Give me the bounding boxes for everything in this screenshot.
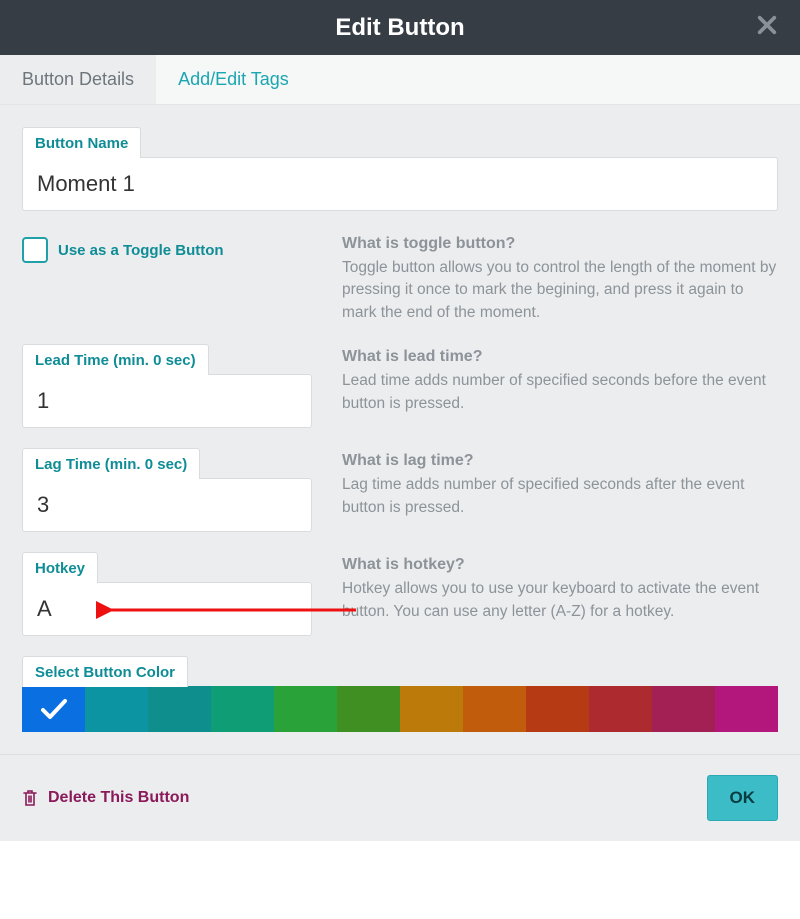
toggle-row: Use as a Toggle Button What is toggle bu… <box>22 231 778 324</box>
color-swatch-5[interactable] <box>337 686 400 732</box>
lead-time-label: Lead Time (min. 0 sec) <box>22 344 209 375</box>
close-button[interactable] <box>756 14 778 36</box>
close-icon <box>756 14 778 36</box>
lag-help-text: Lag time adds number of specified second… <box>342 474 778 519</box>
color-swatch-7[interactable] <box>463 686 526 732</box>
color-swatch-0[interactable] <box>22 686 85 732</box>
toggle-checkbox[interactable] <box>22 237 48 263</box>
color-swatch-10[interactable] <box>652 686 715 732</box>
color-swatch-2[interactable] <box>148 686 211 732</box>
trash-icon <box>22 789 38 807</box>
lag-time-input[interactable] <box>22 478 312 532</box>
color-swatch-1[interactable] <box>85 686 148 732</box>
lead-time-row: Lead Time (min. 0 sec) What is lead time… <box>22 344 778 428</box>
lead-time-input[interactable] <box>22 374 312 428</box>
color-swatch-4[interactable] <box>274 686 337 732</box>
tabs: Button Details Add/Edit Tags <box>0 55 800 105</box>
color-swatch-6[interactable] <box>400 686 463 732</box>
toggle-help-title: What is toggle button? <box>342 235 778 253</box>
lead-help-title: What is lead time? <box>342 348 778 366</box>
select-color-label: Select Button Color <box>22 656 188 687</box>
toggle-help-text: Toggle button allows you to control the … <box>342 257 778 324</box>
modal-header: Edit Button <box>0 0 800 55</box>
color-row <box>22 686 778 732</box>
button-name-input[interactable] <box>22 157 778 211</box>
toggle-checkbox-label: Use as a Toggle Button <box>58 242 224 259</box>
hotkey-help-title: What is hotkey? <box>342 556 778 574</box>
lead-help-text: Lead time adds number of specified secon… <box>342 370 778 415</box>
delete-button-label: Delete This Button <box>48 789 189 807</box>
color-swatch-9[interactable] <box>589 686 652 732</box>
hotkey-input[interactable] <box>22 582 312 636</box>
modal-title: Edit Button <box>335 14 464 42</box>
button-name-group: Button Name <box>22 127 778 211</box>
check-icon <box>40 698 68 720</box>
hotkey-row: Hotkey What is hotkey? Hotkey allows you… <box>22 552 778 636</box>
ok-button[interactable]: OK <box>707 775 779 821</box>
color-swatch-3[interactable] <box>211 686 274 732</box>
hotkey-label: Hotkey <box>22 552 98 583</box>
lag-time-label: Lag Time (min. 0 sec) <box>22 448 200 479</box>
footer: Delete This Button OK <box>0 754 800 841</box>
color-section: Select Button Color <box>22 656 778 732</box>
button-name-label: Button Name <box>22 127 141 158</box>
lag-help-title: What is lag time? <box>342 452 778 470</box>
tab-add-edit-tags[interactable]: Add/Edit Tags <box>156 55 311 104</box>
content: Button Name Use as a Toggle Button What … <box>0 105 800 754</box>
color-swatch-8[interactable] <box>526 686 589 732</box>
delete-button[interactable]: Delete This Button <box>22 789 189 807</box>
hotkey-help-text: Hotkey allows you to use your keyboard t… <box>342 578 778 623</box>
color-swatch-11[interactable] <box>715 686 778 732</box>
modal-body: Button Details Add/Edit Tags Button Name… <box>0 55 800 754</box>
tab-button-details[interactable]: Button Details <box>0 55 156 104</box>
lag-time-row: Lag Time (min. 0 sec) What is lag time? … <box>22 448 778 532</box>
